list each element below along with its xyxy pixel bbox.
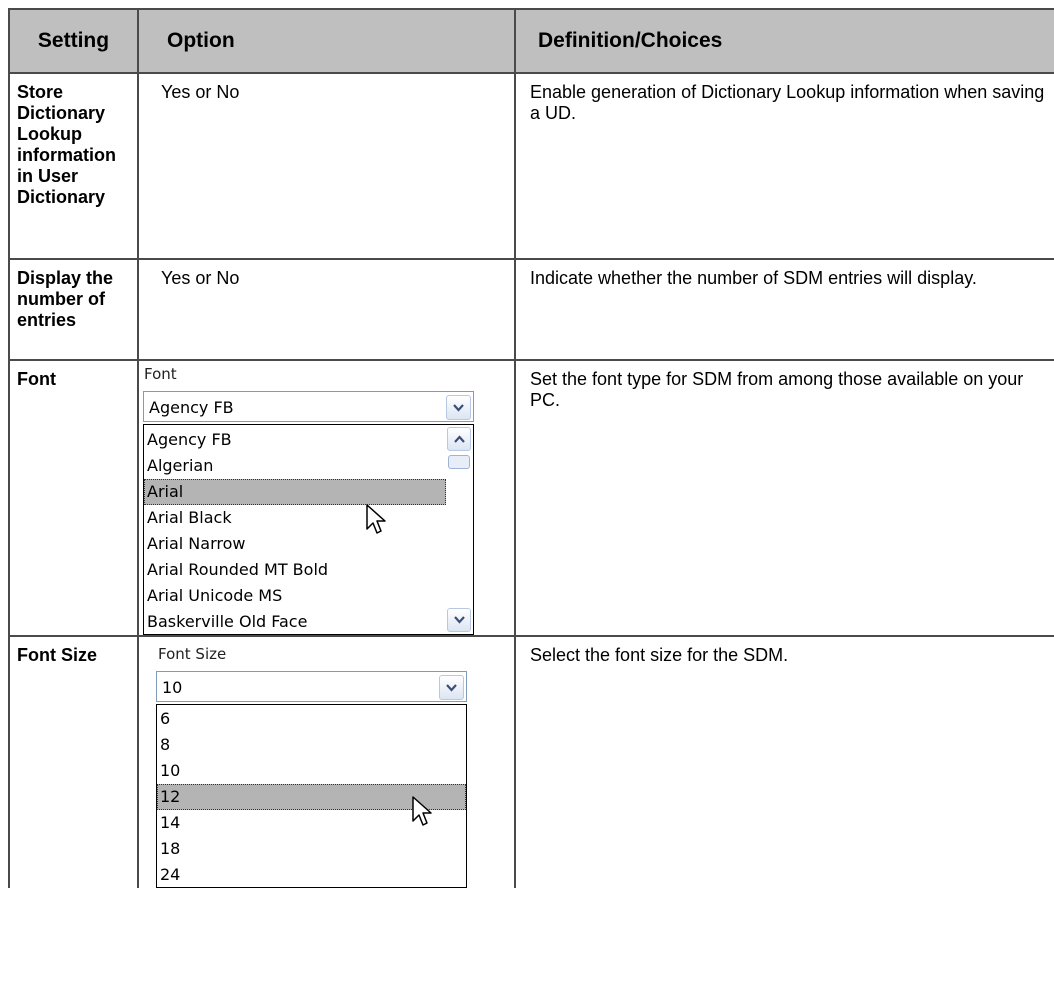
setting-label-line: Display the — [17, 268, 114, 288]
definition-text: Indicate whether the number of SDM entri… — [530, 268, 977, 288]
setting-label: Display the number of entries — [17, 268, 137, 331]
font-list[interactable]: Agency FB Algerian Arial Arial Black Ari… — [143, 424, 474, 635]
setting-cell: Display the number of entries — [8, 258, 139, 361]
header-option: Option — [137, 8, 516, 74]
setting-cell: Store Dictionary Lookup information in U… — [8, 72, 139, 260]
font-size-widget: Font Size 10 6 8 10 12 14 18 24 — [156, 645, 467, 888]
table-header-row: Setting Option Definition/Choices — [8, 8, 1054, 74]
chevron-down-icon[interactable] — [439, 675, 464, 700]
setting-label-line: in User — [17, 166, 79, 186]
table-row: Font Font Agency FB Agency FB Algerian A… — [8, 359, 1054, 637]
settings-table: Setting Option Definition/Choices Store … — [8, 8, 1054, 888]
setting-label-line: entries — [17, 310, 77, 330]
option-cell: Yes or No — [137, 72, 516, 260]
font-dropdown[interactable]: Agency FB — [143, 391, 474, 422]
list-item[interactable]: 24 — [157, 862, 466, 888]
option-cell: Font Agency FB Agency FB Algerian Arial … — [137, 359, 516, 637]
chevron-down-icon[interactable] — [447, 608, 471, 632]
list-item[interactable]: Arial Black — [144, 505, 473, 531]
font-size-dropdown[interactable]: 10 — [156, 671, 467, 702]
option-cell: Yes or No — [137, 258, 516, 361]
chevron-down-icon[interactable] — [446, 395, 471, 420]
definition-text: Select the font size for the SDM. — [530, 645, 789, 665]
header-setting: Setting — [8, 8, 139, 74]
list-item[interactable]: Arial Unicode MS — [144, 583, 473, 609]
list-item[interactable]: Agency FB — [144, 427, 473, 453]
setting-cell: Font Size — [8, 635, 139, 888]
list-item[interactable]: Algerian — [144, 453, 473, 479]
font-dropdown-value: Agency FB — [149, 398, 234, 417]
setting-label-line: Dictionary — [17, 187, 106, 207]
list-item-selected[interactable]: Arial — [144, 479, 446, 505]
font-caption: Font — [144, 365, 177, 383]
mouse-pointer-icon — [412, 796, 432, 826]
font-widget: Font Agency FB Agency FB Algerian Arial … — [143, 365, 474, 635]
setting-label-line: Lookup — [17, 124, 82, 144]
option-text: Yes or No — [161, 268, 240, 288]
list-item[interactable]: Arial Rounded MT Bold — [144, 557, 473, 583]
scroll-thumb[interactable] — [448, 455, 470, 469]
definition-cell: Select the font size for the SDM. — [514, 635, 1054, 888]
list-item[interactable]: 8 — [157, 732, 466, 758]
definition-text: Set the font type for SDM from among tho… — [530, 369, 1024, 410]
mouse-pointer-icon — [366, 504, 386, 534]
font-list-scrollbar[interactable] — [446, 425, 473, 634]
list-item[interactable]: 10 — [157, 758, 466, 784]
setting-label: Font Size — [17, 645, 97, 665]
setting-label: Font — [17, 369, 56, 389]
header-definition: Definition/Choices — [514, 8, 1054, 74]
list-item[interactable]: Baskerville Old Face — [144, 609, 473, 635]
definition-text: Enable generation of Dictionary Lookup i… — [530, 82, 1045, 123]
chevron-up-icon[interactable] — [447, 427, 471, 451]
table-row: Font Size Font Size 10 6 8 10 12 14 18 2… — [8, 635, 1054, 888]
definition-cell: Enable generation of Dictionary Lookup i… — [514, 72, 1054, 260]
list-item[interactable]: Arial Narrow — [144, 531, 473, 557]
setting-label: Store Dictionary Lookup information in U… — [17, 82, 137, 208]
font-size-dropdown-value: 10 — [162, 678, 183, 697]
font-size-caption: Font Size — [158, 645, 227, 663]
option-text: Yes or No — [161, 82, 240, 102]
definition-cell: Indicate whether the number of SDM entri… — [514, 258, 1054, 361]
setting-cell: Font — [8, 359, 139, 637]
table-row: Display the number of entries Yes or No … — [8, 258, 1054, 361]
setting-label-line: number of — [17, 289, 105, 309]
setting-label-line: Dictionary — [17, 103, 106, 123]
setting-label-line: information — [17, 145, 116, 165]
option-cell: Font Size 10 6 8 10 12 14 18 24 — [137, 635, 516, 888]
list-item[interactable]: 6 — [157, 706, 466, 732]
setting-label-line: Store — [17, 82, 64, 102]
list-item[interactable]: 18 — [157, 836, 466, 862]
table-row: Store Dictionary Lookup information in U… — [8, 72, 1054, 260]
definition-cell: Set the font type for SDM from among tho… — [514, 359, 1054, 637]
